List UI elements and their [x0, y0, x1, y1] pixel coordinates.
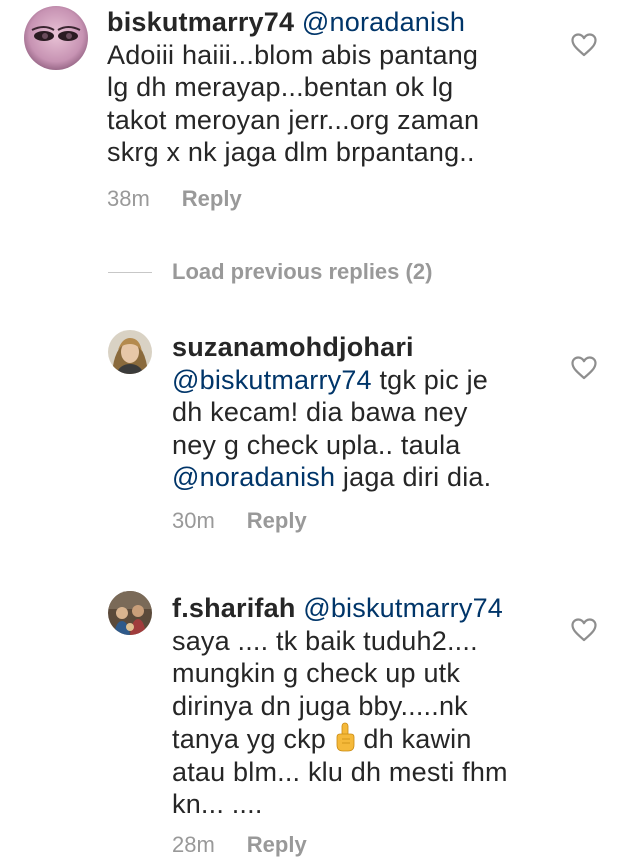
reply-body-line: @biskutmarry74 tgk pic je [172, 364, 572, 397]
reply-body-line: tanya yg ckp dh kawin [172, 722, 572, 756]
pointing-up-hand-emoji [336, 722, 355, 752]
reply-username[interactable]: suzanamohdjohari [172, 332, 414, 362]
comment-line-1: biskutmarry74 @noradanish [107, 6, 577, 39]
reply-body-line: mungkin g check up utk [172, 658, 461, 688]
reply-body-text: dh kawin [355, 724, 472, 754]
heart-outline-icon[interactable] [571, 618, 597, 642]
heart-outline-icon[interactable] [571, 33, 597, 57]
comment-body-line: takot meroyan jerr...org zaman [107, 104, 480, 135]
reply-text: f.sharifah @biskutmarry74 saya .... tk b… [172, 592, 572, 821]
heart-outline-icon[interactable] [571, 356, 597, 380]
reply-username-line: f.sharifah @biskutmarry74 [172, 592, 572, 625]
reply-body-line: saya .... tk baik tuduh2.... [172, 625, 478, 656]
comment-body-line: lg dh merayap...bentan ok lg [107, 72, 454, 102]
comment-mention[interactable]: @noradanish [302, 7, 465, 37]
reply-body-text: tgk pic je [371, 364, 489, 395]
reply-username[interactable]: f.sharifah [172, 593, 296, 623]
load-previous-replies-button[interactable]: Load previous replies (2) [108, 258, 432, 286]
load-previous-replies-label: Load previous replies (2) [172, 259, 433, 284]
avatar[interactable] [108, 591, 152, 635]
comment-text: biskutmarry74 @noradanish Adoiii haiii..… [107, 6, 577, 169]
reply-body-line: ney g check upla.. taula [172, 429, 461, 460]
comment-body-line: skrg x nk jaga dlm brpantang.. [107, 137, 475, 167]
reply-timestamp: 30m [172, 508, 215, 533]
reply-body-text: jaga diri dia. [335, 462, 492, 492]
reply-button[interactable]: Reply [182, 186, 242, 211]
avatar[interactable] [108, 330, 152, 374]
reply-body-text: tanya yg ckp [172, 724, 334, 754]
reply-mention[interactable]: @biskutmarry74 [172, 365, 372, 395]
reply-text: suzanamohdjohari @biskutmarry74 tgk pic … [172, 331, 572, 494]
reply-meta: 28m Reply [172, 832, 307, 858]
reply-username-line: suzanamohdjohari [172, 331, 572, 364]
reply-button[interactable]: Reply [247, 508, 307, 533]
reply-body-line: dirinya dn juga bby.....nk [172, 690, 468, 721]
avatar[interactable] [24, 6, 88, 70]
comment-body-line: Adoiii haiii...blom abis pantang [107, 39, 479, 70]
reply-body-line: @noradanish jaga diri dia. [172, 461, 572, 494]
reply-mention[interactable]: @noradanish [172, 462, 335, 492]
comment-username[interactable]: biskutmarry74 [107, 7, 294, 37]
reply-meta: 30m Reply [172, 508, 307, 534]
reply-button[interactable]: Reply [247, 832, 307, 857]
comment-meta: 38m Reply [107, 186, 242, 212]
divider-line [108, 271, 152, 273]
comment-timestamp: 38m [107, 186, 150, 211]
reply-body-line: dh kecam! dia bawa ney [172, 397, 468, 427]
reply-timestamp: 28m [172, 832, 215, 857]
reply-body-line: kn... .... [172, 789, 263, 819]
reply-mention[interactable]: @biskutmarry74 [303, 593, 503, 623]
reply-body-line: atau blm... klu dh mesti fhm [172, 756, 508, 787]
